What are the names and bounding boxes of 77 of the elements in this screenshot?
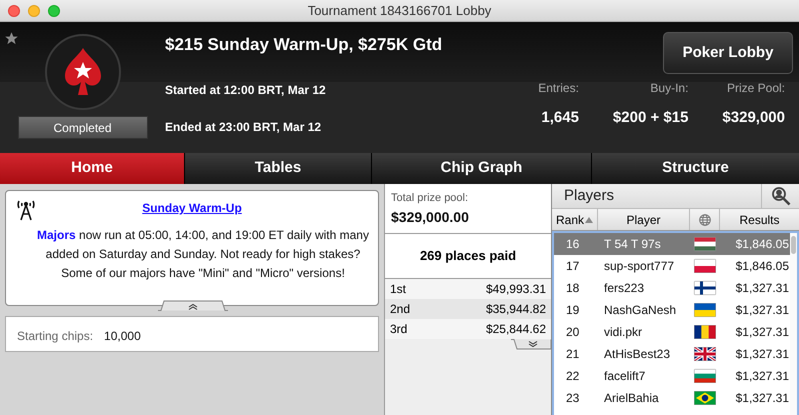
search-icon bbox=[770, 186, 790, 206]
rank-cell-text: 19 bbox=[565, 302, 580, 319]
result-cell-text: $1,846.05 bbox=[734, 236, 790, 253]
flag-icon bbox=[694, 259, 716, 273]
expand-icon[interactable] bbox=[511, 338, 551, 350]
flag-icon bbox=[694, 325, 716, 339]
player-row[interactable]: 16 T 54 T 97s $1,846.05 bbox=[554, 233, 790, 255]
star-icon[interactable] bbox=[4, 31, 19, 46]
flag-icon bbox=[694, 303, 716, 317]
stat-label: Buy-In: bbox=[650, 80, 688, 97]
stat-label: Entries: bbox=[538, 80, 579, 97]
flag-icon bbox=[694, 347, 716, 361]
tab[interactable]: Home bbox=[0, 153, 184, 184]
scrollbar-thumb[interactable] bbox=[791, 236, 796, 254]
player-cell-text: ArielBahia bbox=[603, 390, 660, 407]
result-cell-text: $1,327.31 bbox=[734, 390, 790, 407]
result-cell-text: $1,327.31 bbox=[734, 324, 790, 341]
player-cell-text: fers223 bbox=[603, 280, 646, 297]
amount-cell-text: $35,944.82 bbox=[486, 300, 546, 318]
rank-cell-text: 21 bbox=[565, 346, 580, 363]
rank-cell-text: 17 bbox=[565, 258, 580, 275]
globe-icon[interactable] bbox=[698, 214, 710, 226]
place-cell-text: 1st bbox=[390, 280, 406, 298]
maximize-icon[interactable] bbox=[48, 5, 60, 17]
player-cell-text: facelift7 bbox=[603, 368, 646, 385]
player-cell-text: sup-sport777 bbox=[603, 258, 676, 275]
rank-cell-text: 23 bbox=[565, 390, 580, 407]
spade-logo-icon bbox=[44, 34, 120, 110]
rank-cell-text: 20 bbox=[565, 324, 580, 341]
result-cell-text: $1,327.31 bbox=[734, 346, 790, 363]
places-paid: 269 places paid bbox=[420, 246, 516, 265]
place-cell-text: 3rd bbox=[390, 320, 408, 338]
column-header[interactable]: Rank bbox=[552, 209, 598, 230]
player-cell-text: T 54 T 97s bbox=[603, 236, 662, 253]
stat-value: $329,000 bbox=[722, 108, 785, 128]
end-time: Ended at 23:00 BRT, Mar 12 bbox=[165, 119, 322, 136]
collapse-icon[interactable] bbox=[158, 300, 228, 311]
amount-cell-text: $49,993.31 bbox=[486, 280, 546, 298]
players-title: Players bbox=[563, 186, 616, 206]
result-cell-text: $1,846.05 bbox=[734, 258, 790, 275]
stat-value: $200 + $15 bbox=[612, 108, 688, 128]
news-text: Majors now run at 05:00, 14:00, and 19:00 ET daily with many added on Saturday and Sunday. Not ready for high stakes? Some of our majors have "Mini" and "Micro" versions! bbox=[36, 227, 370, 282]
flag-icon bbox=[694, 237, 716, 251]
player-cell-text: vidi.pkr bbox=[603, 324, 644, 341]
window-title: Tournament 1843166701 Lobby bbox=[308, 2, 492, 20]
column-header[interactable]: Player bbox=[598, 209, 690, 230]
tab[interactable]: Structure bbox=[592, 153, 799, 184]
result-cell-text: $1,327.31 bbox=[734, 368, 790, 385]
tab[interactable]: Tables bbox=[185, 153, 371, 184]
rank-cell-text: 22 bbox=[565, 368, 580, 385]
stat-value: 1,645 bbox=[541, 108, 579, 128]
column-header[interactable]: Results bbox=[720, 209, 799, 230]
starting-chips-label: Starting chips: bbox=[17, 328, 94, 345]
sort-ascending-icon bbox=[585, 216, 593, 222]
poker-lobby-button[interactable]: Poker Lobby bbox=[663, 32, 793, 74]
flag-icon bbox=[694, 391, 716, 405]
tab[interactable]: Chip Graph bbox=[372, 153, 591, 184]
result-cell-text: $1,327.31 bbox=[734, 280, 790, 297]
prize-pool-total: $329,000.00 bbox=[391, 208, 470, 226]
flag-icon bbox=[694, 281, 716, 295]
player-cell-text: AtHisBest23 bbox=[603, 346, 672, 363]
close-icon[interactable] bbox=[8, 5, 20, 17]
start-time: Started at 12:00 BRT, Mar 12 bbox=[165, 82, 326, 99]
stat-label: Prize Pool: bbox=[726, 80, 785, 97]
tournament-title: $215 Sunday Warm-Up, $275K Gtd bbox=[165, 34, 442, 56]
flag-icon bbox=[694, 369, 716, 383]
prize-pool-label: Total prize pool: bbox=[391, 191, 470, 206]
player-cell-text: NashGaNesh bbox=[603, 302, 678, 319]
news-link[interactable]: Sunday Warm-Up bbox=[142, 199, 242, 217]
starting-chips-value: 10,000 bbox=[104, 328, 141, 345]
rank-cell-text: 16 bbox=[565, 236, 580, 253]
place-cell-text: 2nd bbox=[390, 300, 410, 318]
result-cell-text: $1,327.31 bbox=[734, 302, 790, 319]
amount-cell-text: $25,844.62 bbox=[486, 320, 546, 338]
antenna-icon bbox=[16, 199, 36, 221]
rank-cell-text: 18 bbox=[565, 280, 580, 297]
status-ribbon: Completed bbox=[18, 116, 148, 139]
